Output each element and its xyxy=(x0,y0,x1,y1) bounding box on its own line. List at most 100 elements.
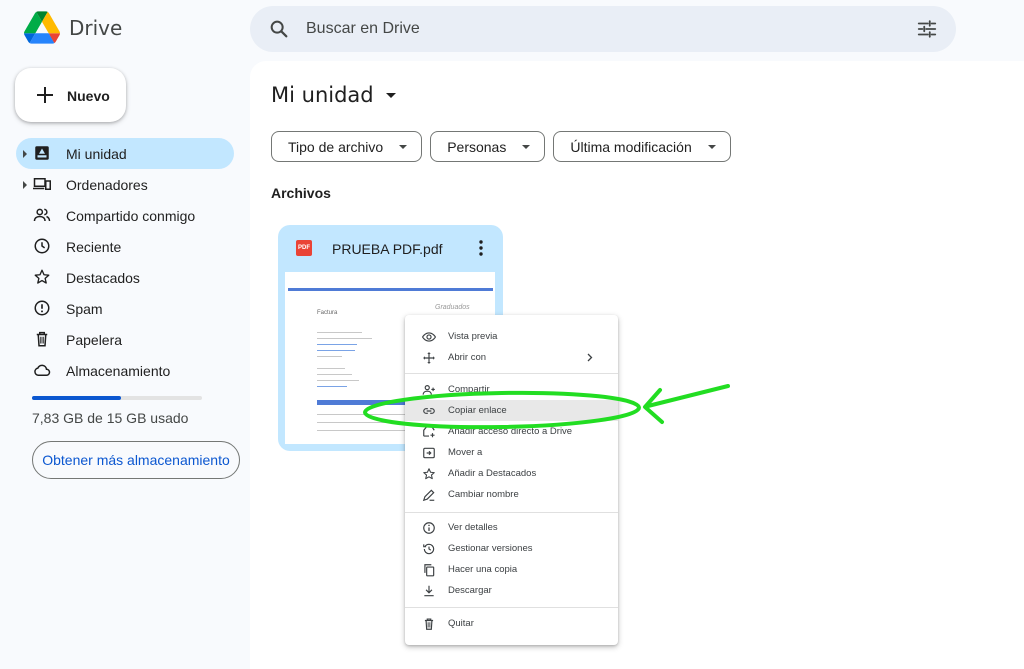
drive-move-icon xyxy=(423,447,435,458)
sidebar-item-recent[interactable]: Reciente xyxy=(16,231,234,262)
thumbnail-table-line xyxy=(317,422,407,423)
menu-divider xyxy=(405,607,618,608)
menu-item-label: Descargar xyxy=(448,585,492,596)
menu-item-label: Hacer una copia xyxy=(448,564,518,575)
menu-item-label: Abrir con xyxy=(448,352,487,363)
sidebar-item-label: Reciente xyxy=(66,239,122,255)
menu-item-label: Mover a xyxy=(448,447,483,458)
chevron-right-icon xyxy=(587,353,593,362)
search-bar[interactable]: Buscar en Drive xyxy=(250,6,956,52)
history-icon xyxy=(423,543,435,554)
thumbnail-table-line xyxy=(317,414,407,415)
sidebar-item-storage[interactable]: Almacenamiento xyxy=(16,355,234,386)
menu-item-copy-link[interactable]: Copiar enlace xyxy=(405,400,618,421)
file-name: PRUEBA PDF.pdf xyxy=(332,241,443,257)
menu-item-download[interactable]: Descargar xyxy=(405,580,618,601)
menu-item-details[interactable]: Ver detalles xyxy=(405,517,618,538)
thumbnail-text-line xyxy=(317,356,342,357)
sidebar-item-shared[interactable]: Compartido conmigo xyxy=(16,200,234,231)
sidebar-item-my-drive[interactable]: Mi unidad xyxy=(16,138,234,169)
star-icon xyxy=(34,269,50,284)
menu-divider xyxy=(405,373,618,374)
pdf-icon: PDF xyxy=(296,240,312,256)
app-name: Drive xyxy=(69,15,123,40)
filter-file-type[interactable]: Tipo de archivo xyxy=(271,131,423,162)
drive-logo[interactable]: Drive xyxy=(24,11,122,44)
menu-item-versions[interactable]: Gestionar versiones xyxy=(405,538,618,559)
sidebar-item-label: Spam xyxy=(66,301,103,317)
filter-label: Última modificación xyxy=(570,138,692,155)
thumbnail-table-header xyxy=(317,400,407,405)
person-add-icon xyxy=(422,384,435,395)
menu-item-rename[interactable]: Cambiar nombre xyxy=(405,484,618,505)
copy-icon xyxy=(424,563,435,576)
filter-label: Personas xyxy=(447,138,507,155)
expand-arrow-icon[interactable] xyxy=(23,181,27,189)
menu-item-label: Quitar xyxy=(448,618,474,629)
spam-icon xyxy=(34,300,50,316)
my-drive-icon xyxy=(35,146,49,160)
chevron-down-icon xyxy=(707,144,716,149)
menu-item-label: Añadir acceso directo a Drive xyxy=(448,426,573,437)
expand-arrow-icon[interactable] xyxy=(23,150,27,158)
search-input[interactable]: Buscar en Drive xyxy=(306,20,420,38)
filter-modified[interactable]: Última modificación xyxy=(553,131,731,162)
chevron-down-icon xyxy=(399,144,408,149)
menu-item-label: Gestionar versiones xyxy=(448,543,533,554)
trash-icon xyxy=(424,617,434,630)
thumbnail-logo: Graduados xyxy=(435,304,470,311)
sidebar-nav: Mi unidad Ordenadores Compartido conmigo… xyxy=(16,138,234,386)
menu-item-label: Copiar enlace xyxy=(448,405,507,416)
sidebar-item-spam[interactable]: Spam xyxy=(16,293,234,324)
new-button[interactable]: Nuevo xyxy=(15,68,126,122)
pencil-icon xyxy=(422,489,435,501)
page-title-dropdown[interactable]: Mi unidad xyxy=(271,83,396,107)
sidebar-item-computers[interactable]: Ordenadores xyxy=(16,169,234,200)
get-more-storage-button[interactable]: Obtener más almacenamiento xyxy=(32,441,240,479)
menu-item-label: Vista previa xyxy=(448,331,498,342)
sidebar-item-label: Compartido conmigo xyxy=(66,208,196,224)
sidebar-item-label: Papelera xyxy=(66,332,123,348)
menu-item-add-starred[interactable]: Añadir a Destacados xyxy=(405,463,618,484)
search-icon[interactable] xyxy=(268,18,290,40)
more-options-icon[interactable] xyxy=(473,239,489,257)
menu-item-label: Añadir a Destacados xyxy=(448,468,537,479)
section-heading: Archivos xyxy=(271,185,331,201)
main-content: Mi unidad Tipo de archivo Personas Últim… xyxy=(250,61,1024,669)
page-title: Mi unidad xyxy=(271,83,374,107)
menu-item-move-to[interactable]: Mover a xyxy=(405,442,618,463)
download-icon xyxy=(424,585,434,596)
menu-item-open-with[interactable]: Abrir con xyxy=(405,347,618,368)
menu-item-share[interactable]: Compartir xyxy=(405,379,618,400)
shortcut-icon xyxy=(423,425,435,437)
menu-item-add-shortcut[interactable]: Añadir acceso directo a Drive xyxy=(405,421,618,442)
thumbnail-header-bar xyxy=(288,288,493,291)
thumbnail-text-line xyxy=(317,332,362,333)
storage-progress-bar xyxy=(32,396,202,400)
star-icon xyxy=(423,467,435,479)
thumbnail-heading: Factura xyxy=(317,310,338,316)
context-menu: Vista previa Abrir con Compartir Copiar … xyxy=(405,315,618,645)
thumbnail-text-line xyxy=(317,368,345,369)
clock-icon xyxy=(34,238,50,254)
storage-progress-fill xyxy=(32,396,121,400)
new-button-label: Nuevo xyxy=(67,88,110,104)
menu-item-label: Cambiar nombre xyxy=(448,489,519,500)
filter-people[interactable]: Personas xyxy=(430,131,546,162)
chevron-down-icon xyxy=(522,144,531,149)
storage-usage-text: 7,83 GB de 15 GB usado xyxy=(32,410,189,426)
menu-item-remove[interactable]: Quitar xyxy=(405,613,618,634)
menu-item-make-copy[interactable]: Hacer una copia xyxy=(405,559,618,580)
trash-icon xyxy=(36,331,48,347)
search-options-icon[interactable] xyxy=(916,18,938,40)
thumbnail-text-line xyxy=(317,380,359,381)
menu-item-label: Ver detalles xyxy=(448,522,498,533)
sidebar-item-label: Mi unidad xyxy=(66,146,127,162)
sidebar-item-starred[interactable]: Destacados xyxy=(16,262,234,293)
sidebar-item-trash[interactable]: Papelera xyxy=(16,324,234,355)
people-icon xyxy=(33,208,51,222)
eye-icon xyxy=(422,331,436,342)
menu-item-preview[interactable]: Vista previa xyxy=(405,326,618,347)
menu-divider xyxy=(405,512,618,513)
menu-item-label: Compartir xyxy=(448,384,490,395)
